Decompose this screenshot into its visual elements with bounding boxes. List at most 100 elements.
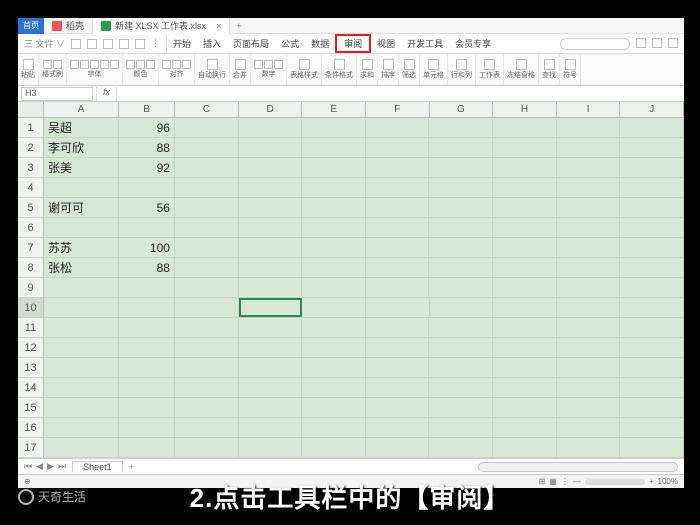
cell-D3[interactable]	[239, 158, 303, 177]
cell-G4[interactable]	[429, 178, 493, 197]
cell-H1[interactable]	[493, 118, 557, 137]
cell-C9[interactable]	[175, 278, 239, 297]
col-header-C[interactable]: C	[175, 102, 239, 117]
collapse-ribbon-icon[interactable]	[668, 38, 678, 48]
cell-F2[interactable]	[366, 138, 430, 157]
row-header[interactable]: 3	[18, 158, 44, 177]
cell-I15[interactable]	[557, 398, 621, 417]
cell-G10[interactable]	[430, 298, 494, 317]
ribbon-font[interactable]: 字体	[67, 54, 123, 85]
cell-B14[interactable]	[119, 378, 175, 397]
ribbon-sheet[interactable]: 工作表	[476, 54, 504, 85]
ribbon-freeze[interactable]: 冻结窗格	[504, 54, 539, 85]
cell-G3[interactable]	[429, 158, 493, 177]
col-header-B[interactable]: B	[119, 102, 175, 117]
ribbon-cells[interactable]: 单元格	[420, 54, 448, 85]
row-header[interactable]: 4	[18, 178, 44, 197]
ribbon-styles[interactable]: 表格样式	[287, 54, 322, 85]
cell-A12[interactable]	[44, 338, 119, 357]
cell-C11[interactable]	[175, 318, 239, 337]
cell-C4[interactable]	[175, 178, 239, 197]
col-header-H[interactable]: H	[493, 102, 557, 117]
col-header-E[interactable]: E	[302, 102, 366, 117]
cell-E2[interactable]	[302, 138, 366, 157]
col-header-I[interactable]: I	[557, 102, 621, 117]
row-header[interactable]: 8	[18, 258, 44, 277]
cell-E12[interactable]	[302, 338, 366, 357]
cell-I5[interactable]	[557, 198, 621, 217]
cell-A8[interactable]: 张松	[44, 258, 119, 277]
cell-G15[interactable]	[429, 398, 493, 417]
cell-A10[interactable]	[44, 298, 119, 317]
cell-A15[interactable]	[44, 398, 119, 417]
row-header[interactable]: 10	[18, 298, 44, 317]
cell-F5[interactable]	[366, 198, 430, 217]
tab-layout[interactable]: 页面布局	[227, 34, 275, 53]
cell-D13[interactable]	[239, 358, 303, 377]
row-header[interactable]: 2	[18, 138, 44, 157]
cell-J4[interactable]	[620, 178, 684, 197]
cell-A11[interactable]	[44, 318, 119, 337]
cell-D8[interactable]	[239, 258, 303, 277]
fx-icon[interactable]: fx	[96, 87, 117, 101]
cell-C3[interactable]	[175, 158, 239, 177]
cell-J5[interactable]	[620, 198, 684, 217]
print-icon[interactable]	[87, 39, 97, 49]
name-box[interactable]: H3	[21, 87, 93, 101]
cell-C2[interactable]	[175, 138, 239, 157]
cell-E13[interactable]	[302, 358, 366, 377]
close-tab-icon[interactable]: ×	[216, 21, 221, 31]
cell-A1[interactable]: 吴超	[44, 118, 119, 137]
cell-E15[interactable]	[302, 398, 366, 417]
cell-I16[interactable]	[557, 418, 621, 437]
horizontal-scrollbar[interactable]	[478, 462, 678, 472]
ribbon-rows[interactable]: 行和列	[448, 54, 476, 85]
ribbon-sort[interactable]: 排序	[378, 54, 399, 85]
cell-F8[interactable]	[366, 258, 430, 277]
ribbon-number[interactable]: 数字	[251, 54, 287, 85]
cell-J15[interactable]	[620, 398, 684, 417]
cell-D6[interactable]	[239, 218, 303, 237]
sheet-last-icon[interactable]: ⏭	[58, 461, 66, 472]
save-icon[interactable]	[71, 39, 81, 49]
cell-E14[interactable]	[302, 378, 366, 397]
cell-A17[interactable]	[44, 438, 119, 457]
cell-J16[interactable]	[620, 418, 684, 437]
cell-E16[interactable]	[302, 418, 366, 437]
redo-icon[interactable]	[135, 39, 145, 49]
grid[interactable]: A B C D E F G H I J 1吴超962李可欣883张美9245谢可…	[18, 102, 684, 458]
cell-B8[interactable]: 88	[119, 258, 175, 277]
row-header[interactable]: 17	[18, 438, 44, 457]
cell-I7[interactable]	[557, 238, 621, 257]
col-header-D[interactable]: D	[239, 102, 303, 117]
cell-B6[interactable]	[119, 218, 175, 237]
cell-F7[interactable]	[366, 238, 430, 257]
cell-D16[interactable]	[239, 418, 303, 437]
row-header[interactable]: 5	[18, 198, 44, 217]
row-header[interactable]: 6	[18, 218, 44, 237]
tab-formula[interactable]: 公式	[275, 34, 305, 53]
cell-I3[interactable]	[557, 158, 621, 177]
cell-E5[interactable]	[302, 198, 366, 217]
row-header[interactable]: 13	[18, 358, 44, 377]
tab-review[interactable]: 审阅	[335, 34, 371, 53]
cell-G5[interactable]	[429, 198, 493, 217]
cell-G7[interactable]	[429, 238, 493, 257]
cell-D10[interactable]	[239, 298, 303, 317]
cell-E10[interactable]	[302, 298, 366, 317]
cell-C12[interactable]	[175, 338, 239, 357]
cell-H13[interactable]	[493, 358, 557, 377]
ribbon-cond[interactable]: 条件格式	[322, 54, 357, 85]
ribbon-merge[interactable]: 合并	[230, 54, 251, 85]
cell-B12[interactable]	[119, 338, 175, 357]
cell-C7[interactable]	[175, 238, 239, 257]
cell-H12[interactable]	[493, 338, 557, 357]
cell-C8[interactable]	[175, 258, 239, 277]
cell-H16[interactable]	[493, 418, 557, 437]
cell-G17[interactable]	[429, 438, 493, 457]
cell-A6[interactable]	[44, 218, 119, 237]
cell-J2[interactable]	[620, 138, 684, 157]
cell-D5[interactable]	[239, 198, 303, 217]
cell-F6[interactable]	[366, 218, 430, 237]
cell-C5[interactable]	[175, 198, 239, 217]
